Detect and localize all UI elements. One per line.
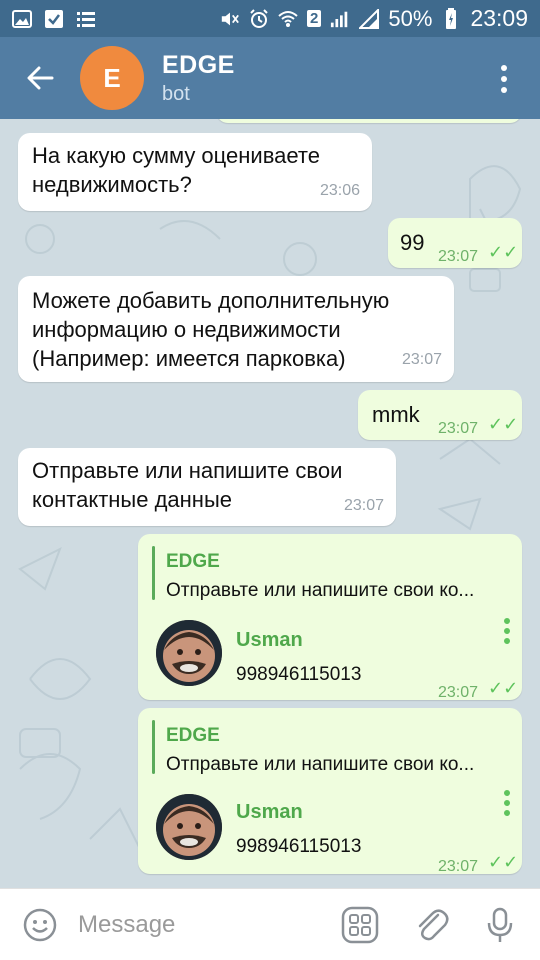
message-time: 23:07 (438, 248, 479, 265)
message-bubble-outgoing[interactable]: 99 23:07 ✓✓ (388, 218, 522, 268)
contact-message-bubble[interactable]: EDGE Отправьте или напишите свои ко... U… (138, 534, 522, 701)
status-bar: 2 50% 23:09 (0, 0, 540, 37)
contact-name: Usman (236, 801, 303, 823)
reply-preview: Отправьте или напишите свои ко... (166, 580, 475, 601)
chat-title: EDGE (162, 50, 235, 79)
double-check-icon: ✓✓ (488, 242, 519, 262)
alarm-icon (249, 8, 269, 29)
emoji-icon[interactable] (22, 907, 58, 943)
message-bubble-incoming[interactable]: На какую сумму оцениваете недвижимость? … (18, 133, 372, 211)
chat-titles[interactable]: EDGE bot (162, 51, 235, 106)
message-input[interactable] (78, 905, 318, 945)
more-dot (501, 87, 507, 93)
contact-message-bubble[interactable]: EDGE Отправьте или напишите свои ко... U… (138, 708, 522, 875)
message-text: Можете добавить дополнительную информаци… (32, 288, 390, 371)
reply-bar (152, 720, 155, 774)
contact-options-button[interactable] (504, 618, 512, 644)
contact-avatar[interactable] (156, 794, 222, 860)
battery-percent: 50% (388, 5, 433, 31)
reply-bar (152, 546, 155, 600)
double-check-icon: ✓✓ (488, 852, 519, 872)
contact-name: Usman (236, 629, 303, 651)
message-bubble-incoming[interactable]: Отправьте или напишите свои контактные д… (18, 448, 396, 526)
contact-avatar[interactable] (156, 620, 222, 686)
message-text: Отправьте или напишите свои контактные д… (32, 458, 343, 512)
message-time: 23:07 (438, 420, 479, 437)
more-options-button[interactable] (486, 57, 522, 101)
message-list[interactable]: На какую сумму оцениваете недвижимость? … (0, 119, 540, 888)
more-dot (501, 65, 507, 71)
more-dot (501, 76, 507, 82)
arrow-left-icon (27, 66, 54, 90)
contact-phone: 998946115013 (236, 836, 362, 857)
message-composer (0, 888, 540, 960)
contact-options-button[interactable] (504, 790, 512, 816)
image-icon (12, 9, 32, 29)
checkbox-icon (44, 9, 64, 29)
signal-icon-2 (359, 8, 380, 29)
mute-icon (220, 9, 240, 29)
chat-subtitle: bot (162, 82, 190, 105)
message-text: 99 (400, 230, 425, 255)
chat-avatar[interactable]: E (80, 46, 144, 110)
message-time: 23:07 (438, 858, 479, 875)
double-check-icon: ✓✓ (488, 678, 519, 698)
message-time: 23:07 (343, 497, 384, 514)
message-time: 23:07 (438, 684, 479, 701)
battery-icon (441, 7, 461, 29)
message-text: На какую сумму оцениваете недвижимость? (32, 143, 320, 197)
reply-author: EDGE (166, 551, 220, 572)
microphone-icon[interactable] (480, 905, 520, 945)
back-button[interactable] (0, 37, 80, 119)
sim-badge: 2 (307, 10, 322, 27)
clock: 23:09 (470, 5, 528, 31)
signal-icon (330, 9, 350, 29)
message-text: mmk (372, 402, 420, 427)
message-bubble-partial[interactable] (216, 119, 522, 123)
list-icon (76, 9, 96, 29)
wifi-icon (278, 9, 298, 29)
reply-author: EDGE (166, 725, 220, 746)
message-time: 23:07 (401, 351, 442, 368)
attach-icon[interactable] (412, 905, 452, 945)
message-time: 23:06 (319, 182, 360, 199)
stickers-icon[interactable] (340, 905, 380, 945)
reply-preview: Отправьте или напишите свои ко... (166, 754, 475, 775)
message-bubble-outgoing[interactable]: mmk 23:07 ✓✓ (358, 390, 522, 440)
contact-phone: 998946115013 (236, 664, 362, 685)
message-bubble-incoming[interactable]: Можете добавить дополнительную информаци… (18, 276, 454, 382)
double-check-icon: ✓✓ (488, 414, 519, 434)
chat-header: E EDGE bot (0, 37, 540, 119)
